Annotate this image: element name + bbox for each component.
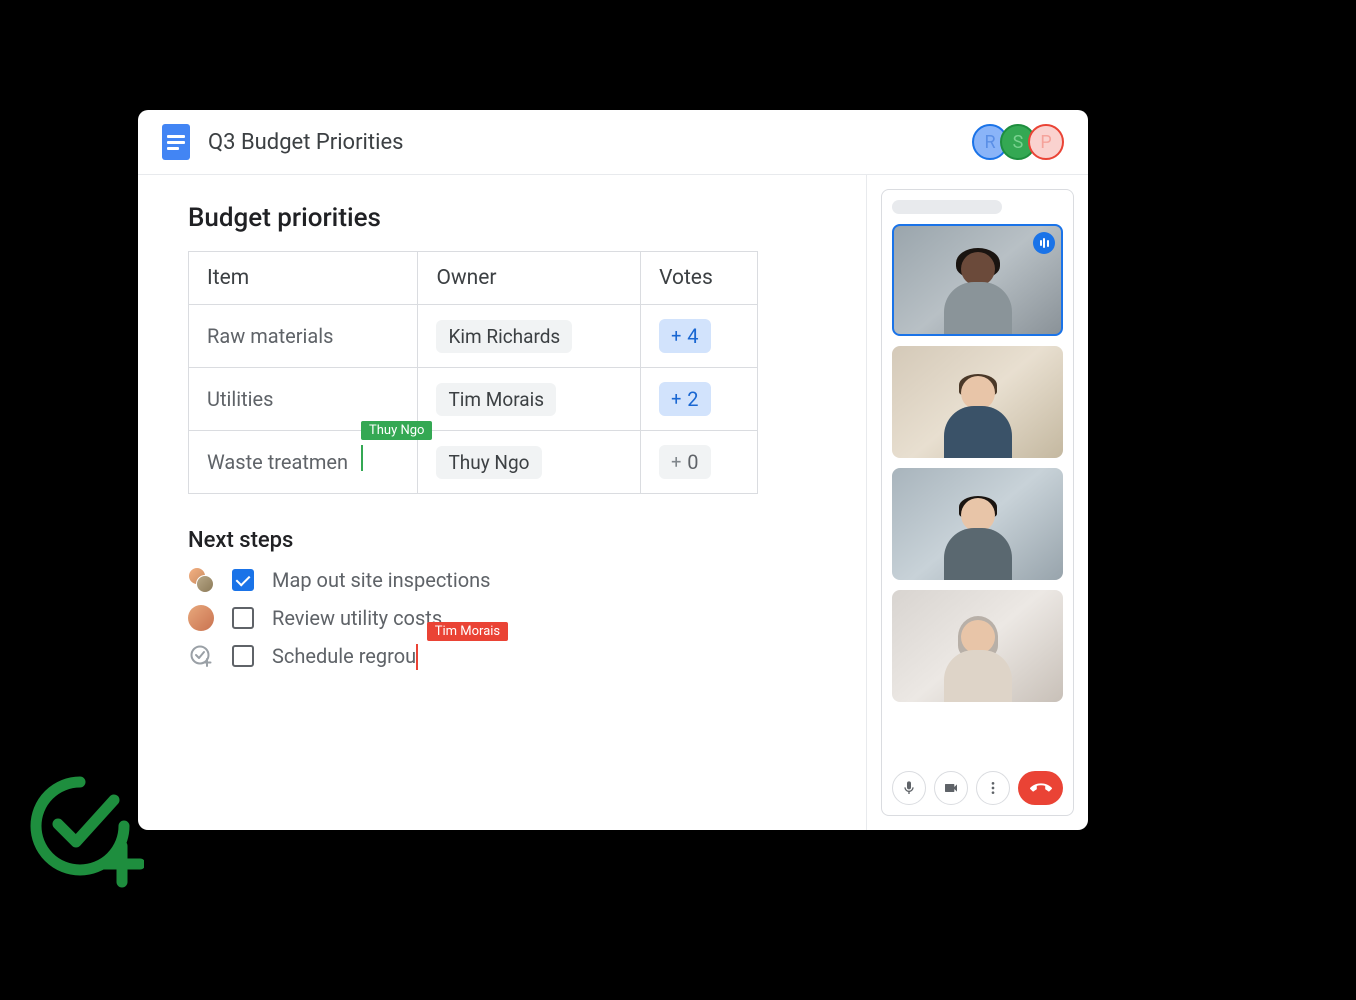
- table-row: Waste treatmen Thuy Ngo Thuy Ngo +0: [189, 431, 758, 494]
- step-row: Map out site inspections: [188, 567, 816, 593]
- assign-task-icon[interactable]: [188, 643, 214, 669]
- participant-tile[interactable]: [892, 346, 1063, 458]
- owner-chip[interactable]: Tim Morais: [436, 383, 556, 416]
- step-text[interactable]: Map out site inspections: [272, 568, 490, 592]
- cell-item[interactable]: Waste treatmen Thuy Ngo: [189, 431, 418, 494]
- step-text[interactable]: Review utility costs: [272, 606, 442, 630]
- meet-box: [881, 189, 1074, 816]
- vote-chip[interactable]: +4: [659, 319, 710, 353]
- document-content[interactable]: Budget priorities Item Owner Votes Raw m…: [138, 175, 866, 830]
- task-check-overlay-icon: [24, 768, 144, 888]
- docs-icon: [162, 124, 190, 160]
- meet-tiles: [892, 224, 1063, 761]
- hangup-button[interactable]: [1018, 771, 1063, 805]
- speaking-indicator-icon: [1033, 232, 1055, 254]
- col-header-votes: Votes: [641, 252, 758, 305]
- cell-votes[interactable]: +4: [641, 305, 758, 368]
- collab-cursor-label: Thuy Ngo: [361, 421, 432, 440]
- owner-chip[interactable]: Thuy Ngo: [436, 446, 541, 479]
- participant-portrait: [943, 244, 1013, 334]
- participant-tile[interactable]: [892, 468, 1063, 580]
- cell-votes[interactable]: +2: [641, 368, 758, 431]
- collaborator-avatar[interactable]: P: [1028, 124, 1064, 160]
- assignee-avatar[interactable]: [188, 605, 214, 631]
- cell-votes[interactable]: +0: [641, 431, 758, 494]
- budget-table: Item Owner Votes Raw materials Kim Richa…: [188, 251, 758, 494]
- participant-tile[interactable]: [892, 224, 1063, 336]
- vote-chip[interactable]: +2: [659, 382, 710, 416]
- participant-tile[interactable]: [892, 590, 1063, 702]
- meet-controls: [892, 771, 1063, 805]
- participant-portrait: [943, 368, 1013, 458]
- checkbox[interactable]: [232, 569, 254, 591]
- table-row: Raw materials Kim Richards +4: [189, 305, 758, 368]
- cell-owner[interactable]: Tim Morais: [418, 368, 641, 431]
- collab-cursor: [361, 445, 363, 471]
- table-row: Utilities Tim Morais +2: [189, 368, 758, 431]
- participant-portrait: [943, 490, 1013, 580]
- col-header-owner: Owner: [418, 252, 641, 305]
- collab-cursor-label: Tim Morais: [427, 622, 508, 641]
- body-area: Budget priorities Item Owner Votes Raw m…: [138, 175, 1088, 830]
- checkbox[interactable]: [232, 645, 254, 667]
- meet-panel: [866, 175, 1088, 830]
- table-header-row: Item Owner Votes: [189, 252, 758, 305]
- meet-title-placeholder: [892, 200, 1002, 214]
- vote-chip[interactable]: +0: [659, 445, 710, 479]
- document-title[interactable]: Q3 Budget Priorities: [208, 130, 980, 155]
- participant-portrait: [943, 612, 1013, 702]
- mic-button[interactable]: [892, 771, 926, 805]
- more-options-button[interactable]: [976, 771, 1010, 805]
- collab-cursor: [416, 644, 418, 670]
- plus-icon: +: [671, 326, 681, 347]
- section-title-next-steps: Next steps: [188, 528, 816, 553]
- collaborator-avatars: R S P: [980, 124, 1064, 160]
- section-title-budget: Budget priorities: [188, 203, 816, 233]
- col-header-item: Item: [189, 252, 418, 305]
- step-row: Schedule regrou Tim Morais: [188, 643, 816, 669]
- header: Q3 Budget Priorities R S P: [138, 110, 1088, 175]
- step-text[interactable]: Schedule regrou Tim Morais: [272, 644, 416, 668]
- cell-owner[interactable]: Thuy Ngo: [418, 431, 641, 494]
- plus-icon: +: [671, 452, 681, 473]
- checkbox[interactable]: [232, 607, 254, 629]
- camera-button[interactable]: [934, 771, 968, 805]
- plus-icon: +: [671, 389, 681, 410]
- owner-chip[interactable]: Kim Richards: [436, 320, 572, 353]
- app-window: Q3 Budget Priorities R S P Budget priori…: [138, 110, 1088, 830]
- cell-owner[interactable]: Kim Richards: [418, 305, 641, 368]
- cell-item[interactable]: Raw materials: [189, 305, 418, 368]
- assignee-avatar-multi[interactable]: [188, 567, 214, 593]
